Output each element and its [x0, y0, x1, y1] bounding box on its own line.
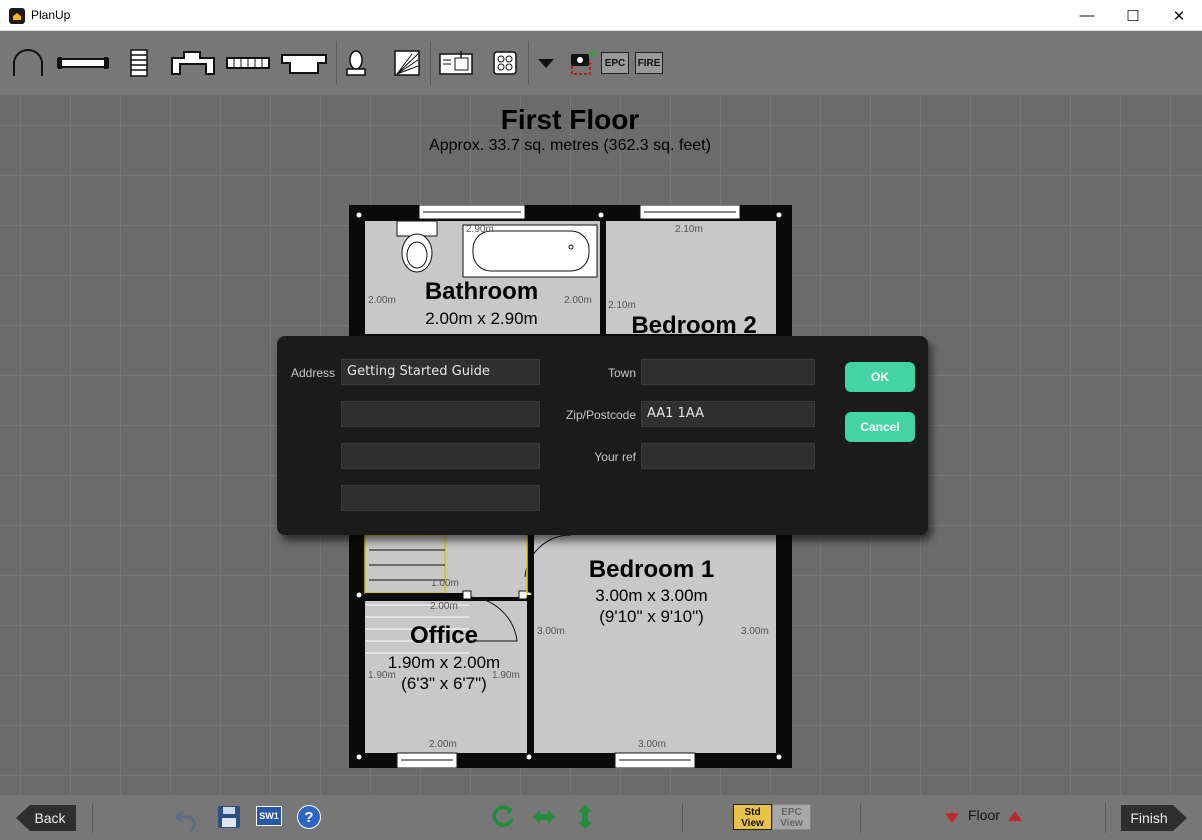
bottom-bar: Back SW1 ? Std View EPC View Floor Finis… — [0, 795, 1202, 840]
address-line-2-input[interactable] — [341, 401, 540, 427]
measurement-label: 3.00m — [741, 626, 769, 637]
door-arc-icon[interactable] — [10, 45, 46, 81]
address-line-4-input[interactable] — [341, 485, 540, 511]
hob-icon[interactable] — [492, 45, 518, 81]
toolbar: + EPC FIRE — [0, 31, 1202, 95]
window-icon[interactable] — [57, 45, 109, 81]
fire-button[interactable]: FIRE — [635, 52, 663, 74]
bottombar-divider — [860, 803, 861, 833]
measurement-label: 2.10m — [675, 224, 703, 235]
fireplace-icon[interactable] — [280, 45, 328, 81]
save-icon[interactable] — [216, 804, 242, 830]
toilet-icon[interactable] — [343, 45, 369, 81]
toolbar-divider — [336, 41, 337, 85]
measurement-label: 2.90m — [466, 224, 494, 235]
window-titlebar: PlanUp — ☐ ✕ — [0, 0, 1202, 31]
room-dim-bathroom: 2.00m x 2.90m — [425, 309, 538, 328]
floor-up-icon[interactable] — [1007, 809, 1023, 827]
maximize-icon[interactable]: ☐ — [1110, 0, 1156, 31]
app-logo-icon — [9, 8, 25, 24]
finish-button[interactable]: Finish — [1121, 805, 1187, 831]
measurement-label: 3.00m — [638, 739, 666, 750]
epc-button[interactable]: EPC — [601, 52, 629, 74]
window-title: PlanUp — [31, 8, 71, 22]
town-input[interactable] — [641, 359, 815, 385]
measurement-label: 2.00m — [430, 601, 458, 612]
room-name-bathroom: Bathroom — [424, 278, 539, 305]
dropdown-arrow-icon[interactable] — [536, 45, 556, 81]
room-dim-imperial-office: (6'3" x 6'7") — [401, 674, 487, 693]
room-dim-bedroom-1: 3.00m x 3.00m — [595, 586, 708, 605]
undo-icon[interactable] — [174, 804, 202, 833]
measurement-label: 1.00m — [431, 578, 459, 589]
measurement-label: 2.00m — [429, 739, 457, 750]
measurement-label: 3.00m — [537, 626, 565, 637]
help-icon[interactable]: ? — [297, 805, 321, 829]
zip-input[interactable]: AA1 1AA — [641, 401, 815, 427]
kitchen-sink-icon[interactable] — [439, 45, 473, 81]
your-ref-input[interactable] — [641, 443, 815, 469]
floor-title: First Floor — [500, 104, 640, 135]
room-dim-office: 1.90m x 2.00m — [387, 653, 501, 672]
ok-button[interactable]: OK — [845, 362, 915, 392]
svg-text:+: + — [587, 48, 597, 60]
floor-area-subtitle: Approx. 33.7 sq. metres (362.3 sq. feet) — [429, 137, 711, 154]
shower-icon[interactable] — [393, 45, 421, 81]
your-ref-label: Your ref — [594, 450, 636, 464]
minimize-icon[interactable]: — — [1064, 0, 1110, 31]
sw1-button[interactable]: SW1 — [256, 806, 282, 826]
address-dialog: Address Getting Started Guide Town Zip/P… — [277, 336, 928, 535]
floor-label: Floor — [968, 807, 1000, 823]
room-name-office: Office — [409, 622, 478, 649]
floor-down-icon[interactable] — [944, 811, 960, 829]
radiator-icon[interactable] — [226, 45, 270, 81]
stairs-icon[interactable] — [128, 45, 150, 81]
toolbar-divider — [528, 41, 529, 85]
address-line-3-input[interactable] — [341, 443, 540, 469]
measurement-label: 2.00m — [564, 295, 592, 306]
close-icon[interactable]: ✕ — [1156, 0, 1202, 31]
flip-horizontal-icon[interactable] — [531, 804, 557, 830]
room-dim-imperial-bedroom-1: (9'10" x 9'10") — [599, 607, 704, 626]
town-label: Town — [607, 366, 636, 380]
bottombar-divider — [92, 803, 93, 833]
view-toggle[interactable]: Std View EPC View — [733, 804, 811, 830]
epc-view-button[interactable]: EPC View — [772, 804, 811, 830]
measurement-label: 2.10m — [608, 300, 636, 311]
bottombar-divider — [682, 803, 683, 833]
measurement-label: 2.00m — [368, 295, 396, 306]
rotate-icon[interactable] — [490, 804, 516, 830]
add-sensor-icon[interactable]: + — [567, 45, 597, 81]
opening-icon[interactable] — [170, 45, 216, 81]
back-button[interactable]: Back — [16, 805, 76, 831]
std-view-button[interactable]: Std View — [733, 804, 772, 830]
zip-label: Zip/Postcode — [565, 408, 636, 422]
cancel-button[interactable]: Cancel — [845, 412, 915, 442]
bottombar-divider — [1105, 803, 1106, 833]
flip-vertical-icon[interactable] — [572, 804, 598, 830]
address-line-1-input[interactable]: Getting Started Guide — [341, 359, 540, 385]
address-label: Address — [290, 366, 335, 380]
room-name-bedroom-1: Bedroom 1 — [588, 556, 715, 583]
toolbar-divider — [430, 41, 431, 85]
